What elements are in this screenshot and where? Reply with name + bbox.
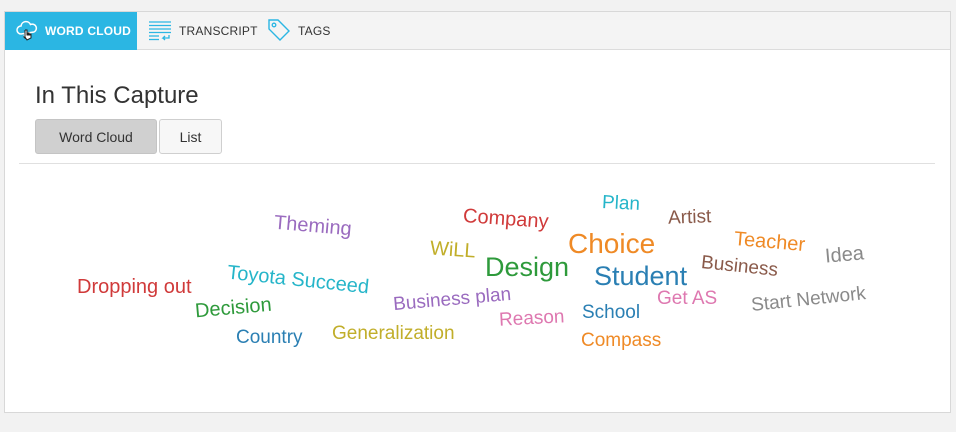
tab-transcript-label: TRANSCRIPT <box>179 24 258 38</box>
word-cloud-word[interactable]: Compass <box>581 331 661 350</box>
page-title: In This Capture <box>35 82 199 109</box>
list-view-button[interactable]: List <box>159 119 222 154</box>
word-cloud-word[interactable]: Choice <box>568 230 655 258</box>
cloud-icon <box>15 18 39 45</box>
word-cloud-word[interactable]: Plan <box>601 192 640 215</box>
word-cloud-word[interactable]: Start Network <box>750 283 867 316</box>
capture-panel: WORD CLOUD TRANSCRIPT TAGS In This Captu… <box>4 11 951 413</box>
word-cloud-word[interactable]: Reason <box>498 306 565 330</box>
word-cloud-word[interactable]: Dropping out <box>77 277 192 297</box>
tag-icon <box>266 17 292 46</box>
word-cloud-word[interactable]: Teacher <box>733 228 806 256</box>
tab-word-cloud[interactable]: WORD CLOUD <box>5 12 137 50</box>
tab-tags[interactable]: TAGS <box>264 12 331 50</box>
tab-transcript[interactable]: TRANSCRIPT <box>145 12 258 50</box>
word-cloud-word[interactable]: Design <box>485 254 569 281</box>
word-cloud-word[interactable]: Theming <box>273 212 352 241</box>
word-cloud-word[interactable]: Artist <box>668 206 712 228</box>
word-cloud-word[interactable]: WiLL <box>429 237 476 262</box>
word-cloud-word[interactable]: Decision <box>194 294 272 323</box>
tab-bar: WORD CLOUD TRANSCRIPT TAGS <box>5 12 950 50</box>
word-cloud-word[interactable]: Generalization <box>332 324 455 343</box>
word-cloud-word[interactable]: Student <box>594 263 687 290</box>
tab-word-cloud-label: WORD CLOUD <box>45 24 131 38</box>
word-cloud-word[interactable]: Company <box>462 205 549 233</box>
word-cloud-word[interactable]: School <box>582 303 640 322</box>
word-cloud-word[interactable]: Country <box>236 328 303 347</box>
transcript-icon <box>147 18 173 45</box>
word-cloud: Theming Company Plan Artist Teacher Idea… <box>5 164 950 412</box>
word-cloud-view-button[interactable]: Word Cloud <box>35 119 157 154</box>
word-cloud-word[interactable]: Toyota Succeed <box>226 262 370 299</box>
word-cloud-word[interactable]: Business plan <box>392 284 512 315</box>
tab-tags-label: TAGS <box>298 24 331 38</box>
word-cloud-word[interactable]: Idea <box>824 242 865 267</box>
word-cloud-word[interactable]: Business <box>700 252 779 281</box>
word-cloud-word[interactable]: Get AS <box>657 289 717 308</box>
